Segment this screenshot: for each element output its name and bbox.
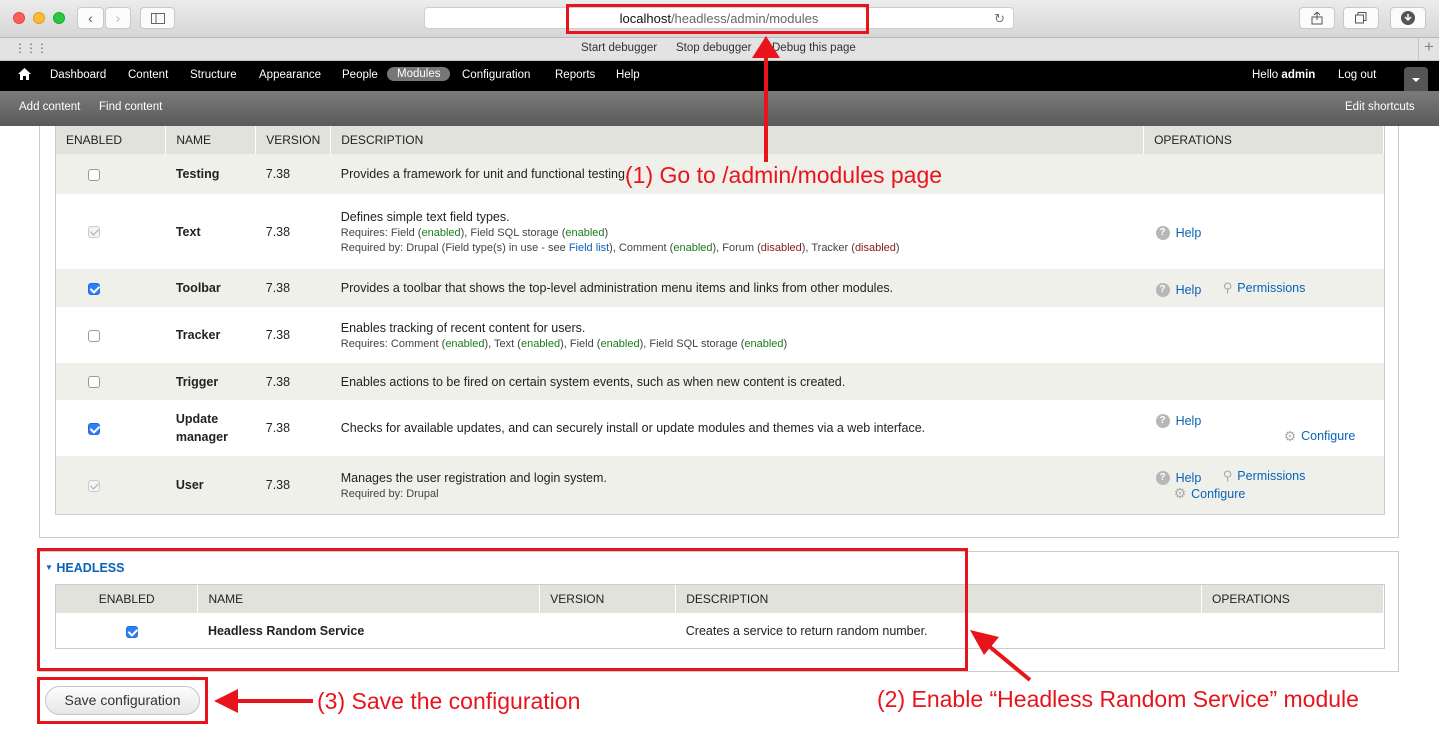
arrow-step2 [982,640,1032,682]
arrow-step3-head [214,689,238,713]
annotation-step3: (3) Save the configuration [317,688,581,714]
arrow-step1-head [752,36,780,58]
annotation-arrows [214,36,1032,713]
annotation-step2: (2) Enable “Headless Random Service” mod… [877,686,1359,712]
annotation-step1: (1) Go to /admin/modules page [625,162,943,188]
